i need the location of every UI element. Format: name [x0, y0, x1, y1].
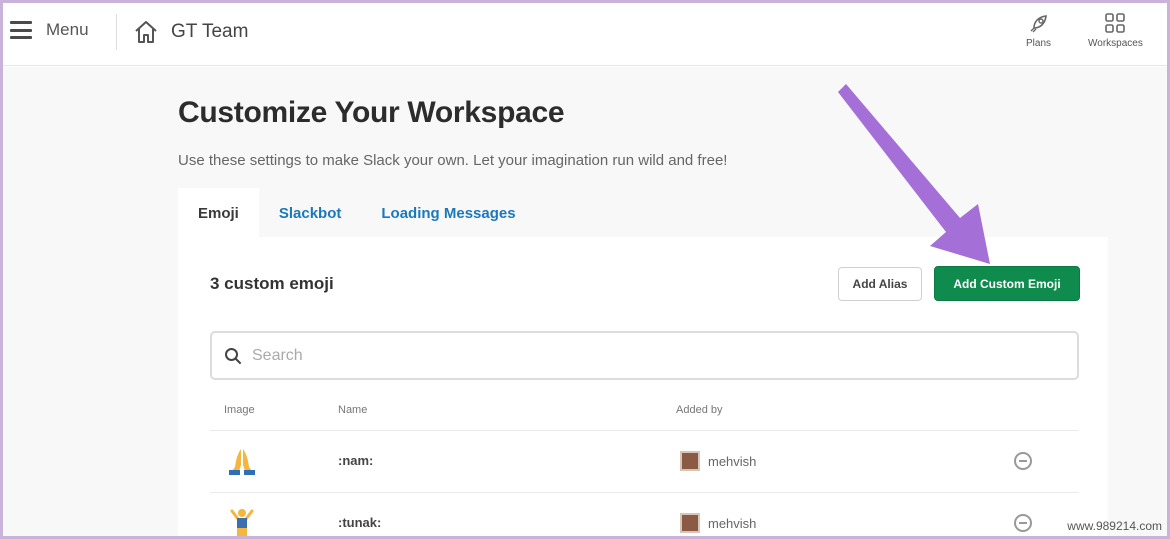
add-alias-button[interactable]: Add Alias — [838, 267, 922, 301]
added-by-user: mehvish — [708, 515, 757, 531]
page-subtitle: Use these settings to make Slack your ow… — [178, 152, 728, 169]
plans-label: Plans — [1026, 38, 1052, 49]
emoji-search-box[interactable] — [210, 331, 1079, 380]
home-icon — [135, 21, 157, 43]
search-input[interactable] — [252, 346, 1032, 365]
added-by: mehvish — [680, 513, 756, 533]
menu-label: Menu — [46, 20, 89, 39]
settings-tabs: Emoji Slackbot Loading Messages — [178, 188, 536, 238]
minus-icon — [1019, 522, 1027, 524]
page-title: Customize Your Workspace — [178, 96, 565, 129]
table-row: :tunak: mehvish — [210, 492, 1079, 539]
emoji-count: 3 custom emoji — [210, 274, 334, 293]
avatar — [680, 513, 700, 533]
column-header-image: Image — [224, 404, 255, 416]
hamburger-icon — [10, 21, 32, 39]
team-name: GT Team — [171, 21, 249, 42]
team-home-link[interactable]: GT Team — [133, 19, 248, 45]
praying-hands-icon — [229, 449, 255, 475]
remove-emoji-button[interactable] — [1014, 452, 1032, 470]
search-icon — [225, 347, 241, 364]
column-header-added-by: Added by — [676, 404, 723, 416]
topbar-divider — [116, 14, 117, 50]
tab-slackbot[interactable]: Slackbot — [259, 188, 362, 238]
workspaces-label: Workspaces — [1088, 38, 1143, 49]
table-row: :nam: mehvish — [210, 430, 1079, 492]
plans-button[interactable]: Plans — [1026, 12, 1051, 49]
rocket-icon — [1030, 15, 1047, 33]
added-by: mehvish — [680, 451, 756, 471]
tab-emoji[interactable]: Emoji — [178, 188, 259, 238]
dancing-person-icon — [230, 509, 254, 539]
grid-icon — [1105, 13, 1126, 33]
menu-button[interactable]: Menu — [10, 20, 89, 40]
watermark: www.989214.com — [1067, 519, 1162, 533]
tab-loading-messages[interactable]: Loading Messages — [361, 188, 535, 238]
workspaces-button[interactable]: Workspaces — [1088, 12, 1143, 49]
minus-icon — [1019, 460, 1027, 462]
emoji-name: :tunak: — [338, 515, 382, 530]
avatar — [680, 451, 700, 471]
top-bar: Menu GT Team Plans Workspaces — [0, 0, 1170, 66]
add-custom-emoji-button[interactable]: Add Custom Emoji — [934, 266, 1080, 301]
added-by-user: mehvish — [708, 453, 757, 469]
emoji-name: :nam: — [338, 453, 374, 468]
remove-emoji-button[interactable] — [1014, 514, 1032, 532]
column-header-name: Name — [338, 404, 368, 416]
